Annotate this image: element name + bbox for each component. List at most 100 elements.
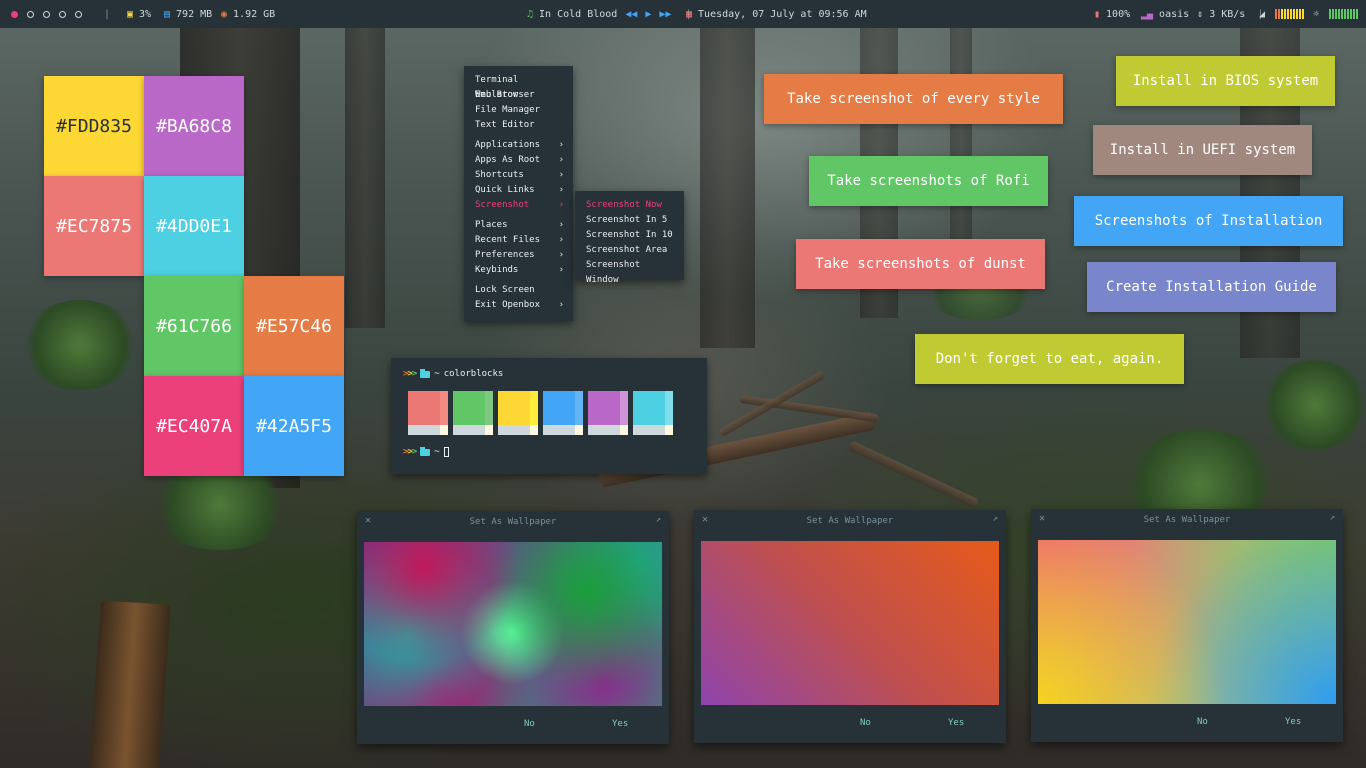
folder-icon	[420, 368, 431, 378]
cpu-icon: ▣	[127, 8, 134, 20]
notification[interactable]: Install in UEFI system	[1093, 125, 1312, 175]
menu-item-keybinds[interactable]: Keybinds ›	[464, 263, 573, 278]
chevron-right-icon: ›	[558, 265, 564, 275]
menu-item-recent-files[interactable]: Recent Files ›	[464, 233, 573, 248]
openbox-root-menu: Terminal Emulator Web Browser File Manag…	[464, 66, 573, 321]
disk-icon: ◉	[221, 8, 228, 20]
workspace-switcher: |	[11, 0, 110, 28]
chevron-right-icon: ›	[558, 250, 564, 260]
chevron-right-icon: ›	[558, 185, 564, 195]
notification[interactable]: Take screenshot of every style	[764, 74, 1063, 124]
menu-item-preferences[interactable]: Preferences ›	[464, 248, 573, 263]
music-widget: ♫ In Cold Blood ◀◀ ▶ ▶▶ |	[527, 0, 691, 28]
battery-icon: ▮	[1094, 8, 1101, 20]
workspace-4[interactable]	[59, 10, 66, 18]
set-wallpaper-dialog: ✕ Set As Wallpaper ↗ No Yes	[1031, 509, 1343, 742]
prompt-line: >>> ~	[403, 446, 449, 457]
workspace-1[interactable]	[11, 10, 18, 18]
workspace-3[interactable]	[43, 10, 50, 18]
play-icon[interactable]: ▶	[645, 9, 651, 20]
folder-icon	[420, 446, 431, 456]
prompt-path: ~	[434, 447, 440, 457]
wallpaper-preview	[701, 541, 999, 705]
color-block-blue: #42A5F5	[244, 376, 344, 476]
workspace-5[interactable]	[75, 10, 82, 18]
submenu-item-screenshot-area[interactable]: Screenshot Area	[575, 243, 684, 258]
notification[interactable]: Create Installation Guide	[1087, 262, 1336, 312]
submenu-item-screenshot-in-10[interactable]: Screenshot In 10	[575, 228, 684, 243]
chevron-right-icon: ›	[558, 200, 564, 210]
expand-icon[interactable]: ↗	[656, 515, 661, 525]
no-button[interactable]: No	[524, 719, 535, 729]
set-wallpaper-dialog: ✕ Set As Wallpaper ↗ No Yes	[357, 511, 669, 744]
menu-item-quick-links[interactable]: Quick Links ›	[464, 183, 573, 198]
chevron-right-icon: ›	[558, 220, 564, 230]
battery-value: 100%	[1106, 8, 1131, 20]
color-block-purple: #BA68C8	[144, 76, 244, 176]
notification[interactable]: Take screenshots of dunst	[796, 239, 1045, 289]
menu-item-screenshot[interactable]: Screenshot ›	[464, 198, 573, 213]
notification[interactable]: Install in BIOS system	[1116, 56, 1335, 106]
color-swatch	[543, 391, 583, 435]
brightness-widget[interactable]: ☼	[1313, 0, 1359, 28]
memory-icon: ▤	[164, 8, 171, 20]
no-button[interactable]: No	[1197, 717, 1208, 727]
chevron-right-icon: ›	[558, 300, 564, 310]
menu-item-places[interactable]: Places ›	[464, 218, 573, 233]
previous-track-icon[interactable]: ◀◀	[625, 9, 637, 20]
disk-value: 1.92 GB	[233, 8, 276, 20]
menu-item-lock-screen[interactable]: Lock Screen	[464, 283, 573, 298]
screenshot-submenu: Screenshot Now Screenshot In 5 Screensho…	[575, 191, 684, 285]
menu-item-shortcuts[interactable]: Shortcuts ›	[464, 168, 573, 183]
top-bar: | ▣ 3% ▤ 792 MB ◉ 1.92 GB ♫ In Cold Bloo…	[0, 0, 1366, 28]
submenu-item-screenshot-window[interactable]: Screenshot Window	[575, 258, 684, 285]
prompt-line: >>> ~ colorblocks	[403, 368, 503, 379]
menu-item-file-manager[interactable]: File Manager	[464, 103, 573, 118]
calendar-icon: ▦	[686, 8, 693, 20]
menu-item-apps-as-root[interactable]: Apps As Root ›	[464, 153, 573, 168]
expand-icon[interactable]: ↗	[1330, 513, 1335, 523]
date-value: Tuesday, 07 July at 09:56 AM	[698, 8, 867, 20]
menu-item-exit-openbox[interactable]: Exit Openbox ›	[464, 298, 573, 313]
color-block-pink: #EC407A	[144, 376, 244, 476]
brightness-icon: ☼	[1313, 8, 1320, 20]
menu-item-text-editor[interactable]: Text Editor	[464, 118, 573, 133]
volume-widget[interactable]: ◢	[1259, 0, 1305, 28]
wifi-name: oasis	[1159, 8, 1190, 20]
yes-button[interactable]: Yes	[1285, 717, 1301, 727]
color-swatch	[633, 391, 673, 435]
color-block-yellow: #FDD835	[44, 76, 144, 176]
notification[interactable]: Screenshots of Installation	[1074, 196, 1343, 246]
brightness-level-bar[interactable]	[1329, 9, 1359, 19]
disk-widget: ◉ 1.92 GB	[221, 0, 275, 28]
wallpaper-preview	[364, 542, 662, 706]
yes-button[interactable]: Yes	[612, 719, 628, 729]
battery-widget: ▮ 100%	[1094, 0, 1130, 28]
wallpaper-preview	[1038, 540, 1336, 704]
volume-level-bar[interactable]	[1275, 9, 1305, 19]
menu-item-applications[interactable]: Applications ›	[464, 138, 573, 153]
cpu-value: 3%	[139, 8, 152, 20]
color-block-orange: #E57C46	[244, 276, 344, 376]
date-widget: ▦ Tuesday, 07 July at 09:56 AM	[686, 0, 867, 28]
music-title: In Cold Blood	[539, 8, 618, 20]
prompt-symbol: >>>	[403, 447, 417, 457]
memory-widget: ▤ 792 MB	[164, 0, 212, 28]
notification[interactable]: Take screenshots of Rofi	[809, 156, 1048, 206]
submenu-item-screenshot-in-5[interactable]: Screenshot In 5	[575, 213, 684, 228]
menu-item-web-browser[interactable]: Web Browser	[464, 88, 573, 103]
terminal-window[interactable]: >>> ~ colorblocks >>> ~	[391, 358, 707, 474]
no-button[interactable]: No	[860, 718, 871, 728]
wifi-widget: ▂▄ oasis ⇕ 3 KB/s |	[1141, 0, 1263, 28]
wifi-signal-icon: ▂▄	[1141, 8, 1154, 20]
dialog-title: Set As Wallpaper	[1143, 515, 1231, 525]
workspace-2[interactable]	[27, 10, 34, 18]
notification[interactable]: Don't forget to eat, again.	[915, 334, 1184, 384]
divider: |	[104, 8, 111, 20]
next-track-icon[interactable]: ▶▶	[659, 9, 671, 20]
submenu-item-screenshot-now[interactable]: Screenshot Now	[575, 198, 684, 213]
color-swatch	[498, 391, 538, 435]
menu-item-terminal-emulator[interactable]: Terminal Emulator	[464, 73, 573, 100]
yes-button[interactable]: Yes	[948, 718, 964, 728]
expand-icon[interactable]: ↗	[993, 514, 998, 524]
